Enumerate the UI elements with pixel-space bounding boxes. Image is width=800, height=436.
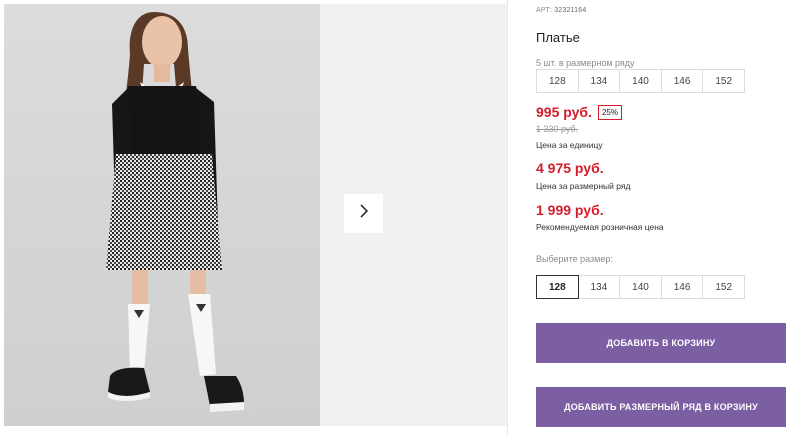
- pack-size-134: 134: [577, 69, 621, 93]
- size-option-152[interactable]: 152: [702, 275, 745, 299]
- size-picker: 128 134 140 146 152: [536, 275, 745, 299]
- rrp-price: 1 999 руб.: [536, 202, 604, 218]
- unit-price: 995 руб.: [536, 104, 592, 120]
- pack-size-140: 140: [619, 69, 662, 93]
- range-price-label: Цена за размерный ряд: [536, 181, 631, 191]
- unit-price-label: Цена за единицу: [536, 140, 603, 150]
- size-option-140[interactable]: 140: [619, 275, 662, 299]
- pack-size-152: 152: [702, 69, 745, 93]
- range-price: 4 975 руб.: [536, 160, 604, 176]
- size-picker-label: Выберите размер:: [536, 254, 613, 264]
- size-option-134[interactable]: 134: [577, 275, 621, 299]
- add-to-cart-button[interactable]: ДОБАВИТЬ В КОРЗИНУ: [536, 323, 786, 363]
- size-option-128[interactable]: 128: [536, 275, 579, 299]
- article-label: АРТ:: [536, 7, 553, 14]
- chevron-right-icon: [358, 203, 370, 224]
- unit-price-row: 995 руб. 25%: [536, 104, 622, 120]
- old-price: 1 330 руб.: [536, 124, 579, 134]
- product-photo-illustration: [106, 12, 244, 412]
- article-value: 32321164: [554, 7, 587, 14]
- rrp-price-label: Рекомендуемая розничная цена: [536, 222, 664, 232]
- pack-note: 5 шт. в размерном ряду: [536, 58, 635, 68]
- product-gallery: [0, 0, 507, 436]
- gallery-next-button[interactable]: [344, 194, 383, 233]
- size-option-146[interactable]: 146: [660, 275, 704, 299]
- pack-size-128: 128: [536, 69, 579, 93]
- product-title: Платье: [536, 30, 580, 45]
- pack-size-list: 128 134 140 146 152: [536, 69, 745, 93]
- article-number: АРТ: 32321164: [536, 7, 586, 14]
- pack-size-146: 146: [660, 69, 704, 93]
- column-divider: [507, 0, 508, 436]
- product-photo[interactable]: [4, 4, 320, 426]
- product-info-panel: АРТ: 32321164 Платье 5 шт. в размерном р…: [536, 0, 790, 436]
- discount-badge: 25%: [597, 104, 622, 120]
- add-range-to-cart-button[interactable]: ДОБАВИТЬ РАЗМЕРНЫЙ РЯД В КОРЗИНУ: [536, 387, 786, 427]
